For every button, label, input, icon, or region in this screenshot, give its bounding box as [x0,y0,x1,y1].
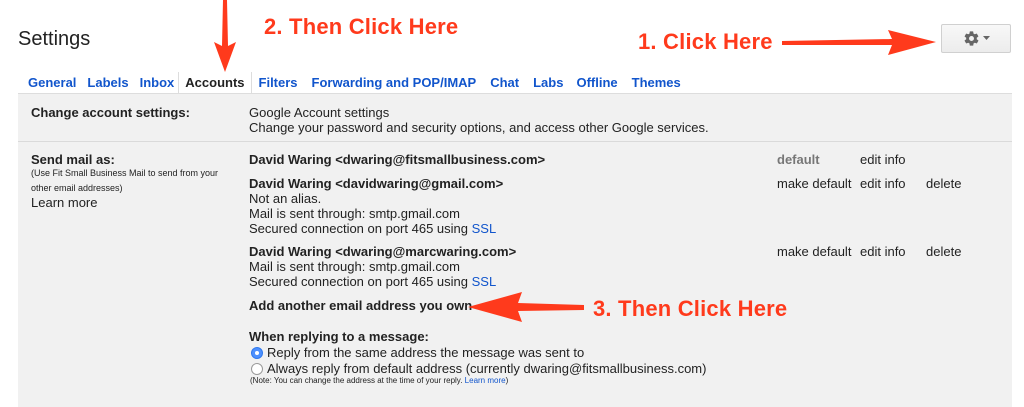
edit-info-link-3[interactable]: edit info [860,244,906,259]
send-mail-label: Send mail as: [31,152,115,167]
make-default-link-3[interactable]: make default [777,244,851,259]
section-divider [18,141,1012,142]
add-email-address-link[interactable]: Add another email address you own [249,298,472,313]
entry-3-ssl-link[interactable]: SSL [472,274,497,289]
entry-2-smtp: Mail is sent through: smtp.gmail.com [249,206,460,221]
entry-2-ssl-link[interactable]: SSL [472,221,497,236]
reply-same-address-label: Reply from the same address the message … [267,345,585,360]
entry-2-secured: Secured connection on port 465 using SSL [249,221,496,236]
send-mail-learn-more-link[interactable]: Learn more [31,195,97,210]
edit-info-link-2[interactable]: edit info [860,176,906,191]
reply-note-text: (Note: You can change the address at the… [250,376,463,385]
reply-note: (Note: You can change the address at the… [250,375,508,387]
change-account-label: Change account settings: [31,105,190,120]
change-account-description: Change your password and security option… [249,120,709,135]
entry-2-alias-note: Not an alias. [249,191,322,206]
entry-3-secured: Secured connection on port 465 using SSL [249,274,496,289]
send-mail-help-2: other email addresses) [31,183,123,193]
annotation-step-1: 1. Click Here [638,29,773,54]
caret-down-icon [982,36,990,40]
page-title: Settings [18,28,91,50]
make-default-link-2[interactable]: make default [777,176,851,191]
arrow-to-accounts-tab [214,0,236,72]
delete-link-3[interactable]: delete [926,244,961,259]
annotation-step-3: 3. Then Click Here [593,296,788,321]
default-status: default [777,152,820,167]
send-as-address-1: David Waring <dwaring@fitsmallbusiness.c… [249,152,546,167]
reply-note-learn-more-link[interactable]: Learn more [465,376,506,385]
arrow-to-add-email [468,292,584,322]
entry-3-secured-text: Secured connection on port 465 using [249,274,468,289]
edit-info-link-1[interactable]: edit info [860,152,906,167]
delete-link-2[interactable]: delete [926,176,961,191]
send-as-address-3: David Waring <dwaring@marcwaring.com> [249,244,517,259]
send-mail-help-1: (Use Fit Small Business Mail to send fro… [31,168,219,178]
annotation-step-2: 2. Then Click Here [264,14,459,39]
reply-default-address-radio[interactable] [251,363,263,375]
entry-2-secured-text: Secured connection on port 465 using [249,221,468,236]
reply-same-address-radio[interactable] [251,347,263,359]
settings-gear-button[interactable] [941,24,1011,53]
reply-heading: When replying to a message: [249,329,429,344]
send-as-address-2: David Waring <davidwaring@gmail.com> [249,176,504,191]
reply-default-address-label: Always reply from default address (curre… [267,361,707,376]
reply-note-close: ) [505,376,509,385]
google-account-settings-link[interactable]: Google Account settings [249,105,389,120]
entry-3-smtp: Mail is sent through: smtp.gmail.com [249,259,460,274]
gear-icon [964,31,978,46]
arrow-to-gear [782,30,936,55]
